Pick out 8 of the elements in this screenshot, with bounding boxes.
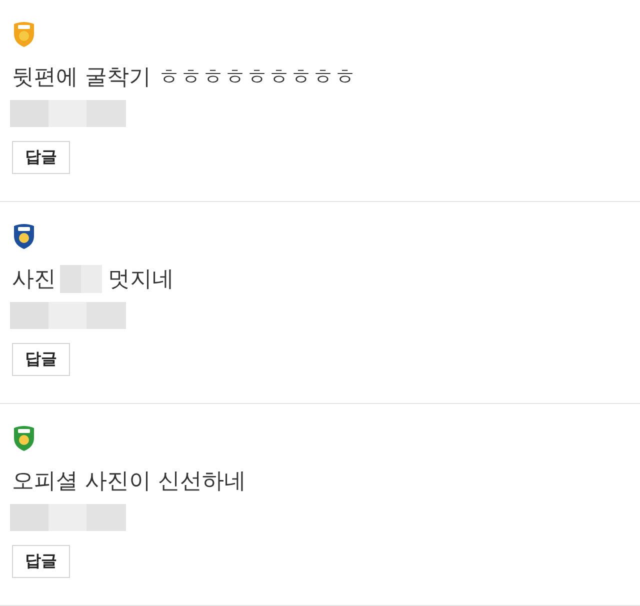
redaction-block	[60, 265, 102, 293]
comment-text: 사진	[12, 266, 56, 294]
comment-text: 멋지네	[108, 266, 174, 294]
reply-button[interactable]: 답글	[12, 141, 70, 174]
comment-text: 뒷편에 굴착기 ㅎㅎㅎㅎㅎㅎㅎㅎㅎ	[12, 64, 356, 92]
reply-button[interactable]: 답글	[12, 545, 70, 578]
comment-text: 오피셜 사진이 신선하네	[12, 468, 246, 496]
reply-button[interactable]: 답글	[12, 343, 70, 376]
